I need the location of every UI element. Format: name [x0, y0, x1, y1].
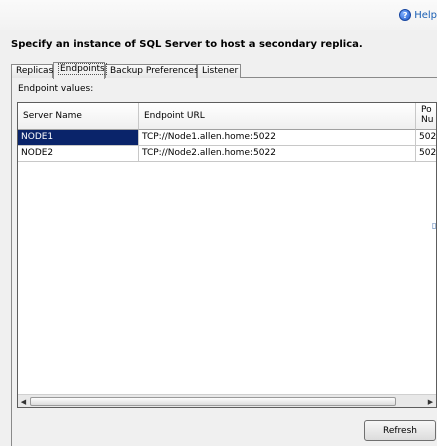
scrollbar-thumb[interactable]: [30, 397, 396, 406]
cell-port-number[interactable]: 502: [416, 146, 436, 162]
tab-listener-label: Listener: [202, 66, 239, 76]
cell-port-number[interactable]: 502: [416, 130, 436, 146]
tab-replicas-label: Replicas: [16, 66, 54, 76]
column-header-server-name[interactable]: Server Name: [18, 103, 139, 130]
horizontal-scrollbar[interactable]: ◀ ▶: [18, 394, 436, 407]
column-header-port-number[interactable]: Po Nu: [416, 103, 436, 130]
help-label[interactable]: Help: [414, 10, 437, 21]
tab-endpoints-label: Endpoints: [58, 63, 107, 75]
cell-endpoint-url[interactable]: TCP://Node1.allen.home:5022: [139, 130, 416, 146]
scroll-right-icon[interactable]: ▶: [425, 396, 436, 407]
tab-replicas[interactable]: Replicas: [11, 64, 53, 78]
tab-endpoints[interactable]: Endpoints: [53, 62, 107, 79]
tab-backup-preferences[interactable]: Backup Preferences: [105, 64, 199, 78]
endpoint-values-label: Endpoint values:: [18, 84, 94, 94]
top-band: [0, 0, 437, 30]
help-link[interactable]: ? Help: [399, 9, 437, 21]
page-title: Specify an instance of SQL Server to hos…: [11, 39, 363, 50]
cell-server-name[interactable]: NODE1: [18, 130, 139, 146]
help-icon: ?: [399, 9, 412, 21]
cell-endpoint-url[interactable]: TCP://Node2.allen.home:5022: [139, 146, 416, 162]
cell-server-name[interactable]: NODE2: [18, 146, 139, 162]
splitter-handle-icon[interactable]: ▯: [432, 221, 436, 230]
scroll-left-icon[interactable]: ◀: [18, 396, 29, 407]
tab-backup-preferences-label: Backup Preferences: [110, 66, 199, 76]
tab-listener[interactable]: Listener: [197, 64, 241, 78]
endpoints-grid[interactable]: Server Name Endpoint URL Po Nu NODE1 TCP…: [17, 102, 437, 408]
column-header-endpoint-url[interactable]: Endpoint URL: [139, 103, 416, 130]
refresh-button[interactable]: Refresh: [364, 420, 436, 441]
